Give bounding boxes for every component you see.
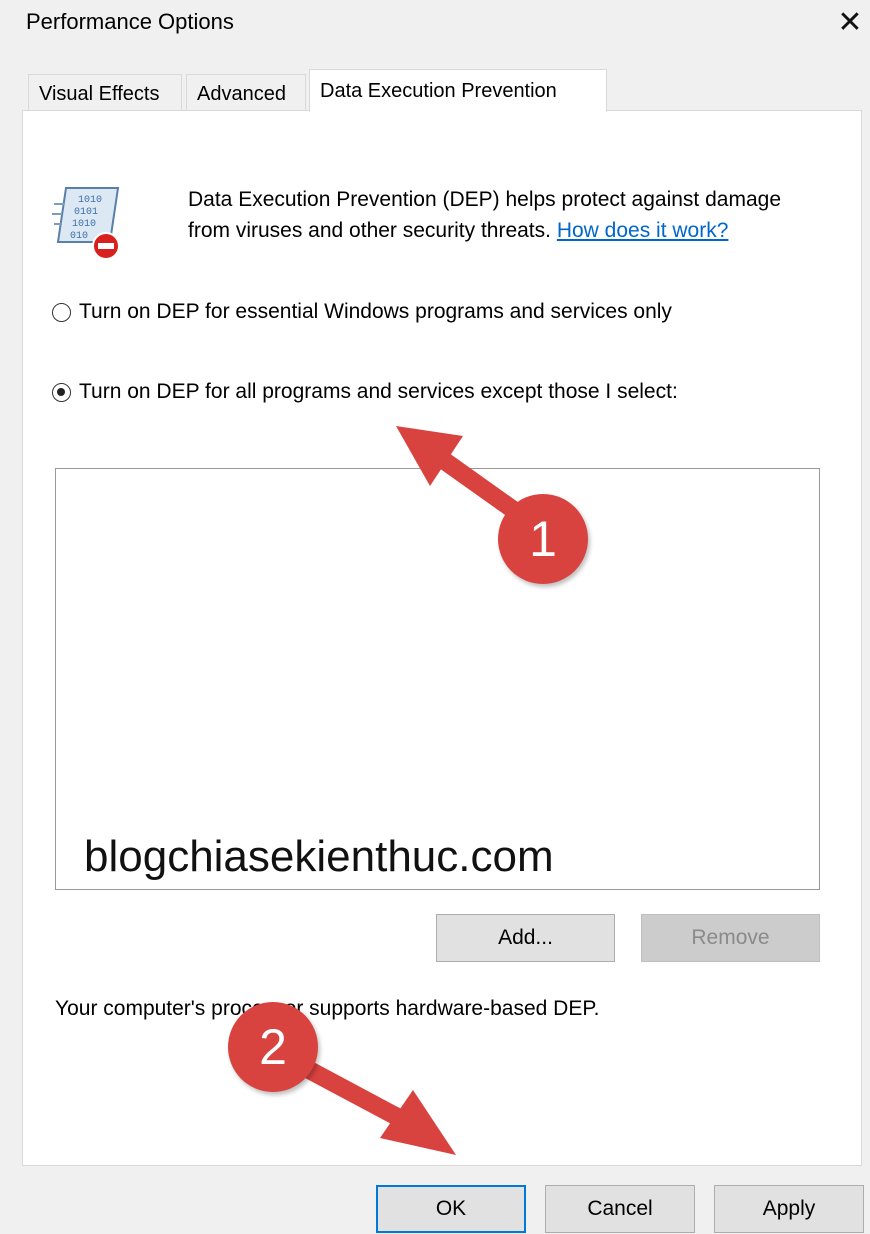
- apply-button[interactable]: Apply: [714, 1185, 864, 1233]
- add-button[interactable]: Add...: [436, 914, 615, 962]
- svg-text:1010: 1010: [78, 195, 102, 206]
- tab-advanced[interactable]: Advanced: [186, 74, 306, 110]
- close-icon[interactable]: ✕: [832, 6, 868, 42]
- radio-essential-indicator[interactable]: [52, 302, 71, 322]
- annotation-badge-2: 2: [228, 1002, 318, 1092]
- radio-essential-only[interactable]: Turn on DEP for essential Windows progra…: [52, 299, 672, 325]
- svg-text:0101: 0101: [74, 207, 98, 218]
- cancel-button[interactable]: Cancel: [545, 1185, 695, 1233]
- dep-shield-icon: 1010 0101 1010 010: [52, 187, 120, 260]
- hardware-dep-status: Your computer's processor supports hardw…: [55, 997, 600, 1020]
- watermark-text: blogchiasekienthuc.com: [84, 832, 554, 881]
- tab-visual-effects[interactable]: Visual Effects: [28, 74, 182, 110]
- radio-all-label: Turn on DEP for all programs and service…: [79, 380, 678, 403]
- annotation-badge-1: 1: [498, 494, 588, 584]
- svg-text:1010: 1010: [72, 219, 96, 230]
- svg-text:010: 010: [70, 231, 88, 242]
- title-bar: Performance Options ✕: [0, 0, 870, 52]
- radio-essential-label: Turn on DEP for essential Windows progra…: [79, 300, 672, 323]
- radio-all-programs[interactable]: Turn on DEP for all programs and service…: [52, 379, 678, 405]
- tab-data-execution-prevention[interactable]: Data Execution Prevention: [309, 69, 607, 112]
- window-title: Performance Options: [26, 9, 234, 34]
- dep-description: Data Execution Prevention (DEP) helps pr…: [188, 184, 808, 246]
- radio-all-indicator[interactable]: [52, 382, 71, 402]
- remove-button[interactable]: Remove: [641, 914, 820, 962]
- excluded-programs-list[interactable]: [55, 468, 820, 890]
- ok-button[interactable]: OK: [376, 1185, 526, 1233]
- how-does-it-work-link[interactable]: How does it work?: [557, 219, 729, 242]
